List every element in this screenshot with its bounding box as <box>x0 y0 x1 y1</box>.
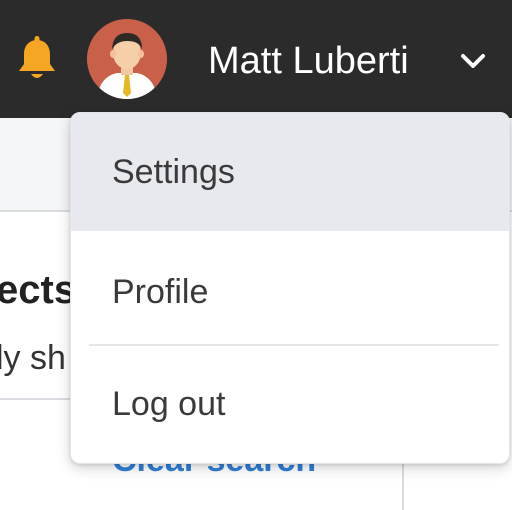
top-navigation-bar: Matt Luberti <box>0 0 512 118</box>
menu-item-log-out[interactable]: Log out <box>71 345 509 463</box>
section-heading: ects <box>0 268 77 312</box>
user-avatar[interactable] <box>87 19 167 99</box>
bell-icon[interactable] <box>12 34 62 84</box>
user-dropdown-menu: Settings Profile Log out <box>70 112 510 464</box>
chevron-down-icon[interactable] <box>458 48 488 74</box>
section-subtext: ly sh <box>0 339 66 377</box>
user-name-menu-toggle[interactable]: Matt Luberti <box>208 38 409 84</box>
menu-item-settings[interactable]: Settings <box>71 113 509 231</box>
menu-item-profile[interactable]: Profile <box>71 233 509 351</box>
